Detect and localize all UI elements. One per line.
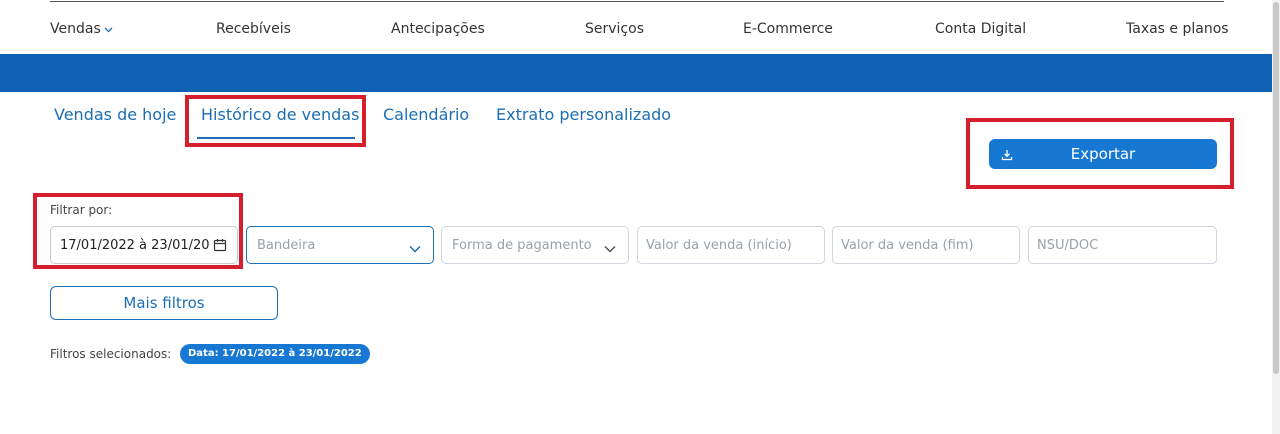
valor-inicio-input[interactable]: Valor da venda (início) bbox=[637, 226, 825, 264]
tab-extrato-personalizado[interactable]: Extrato personalizado bbox=[496, 105, 671, 124]
nav-item-antecipacoes[interactable]: Antecipações bbox=[391, 21, 485, 37]
more-filters-button[interactable]: Mais filtros bbox=[50, 286, 278, 320]
nav-item-ecommerce[interactable]: E-Commerce bbox=[743, 21, 833, 37]
selected-filter-chip[interactable]: Data: 17/01/2022 à 23/01/2022 bbox=[180, 344, 370, 364]
selected-filters-label: Filtros selecionados: bbox=[50, 347, 172, 361]
nav-item-label: Vendas bbox=[50, 21, 101, 37]
chevron-down-icon bbox=[604, 242, 616, 257]
nav-item-conta-digital[interactable]: Conta Digital bbox=[935, 21, 1026, 37]
tab-calendario[interactable]: Calendário bbox=[383, 105, 469, 124]
scrollbar-thumb[interactable] bbox=[1273, 2, 1279, 374]
more-filters-label: Mais filtros bbox=[123, 294, 205, 312]
valor-fim-placeholder: Valor da venda (fim) bbox=[841, 238, 974, 253]
nav-item-recebiveis[interactable]: Recebíveis bbox=[216, 21, 291, 37]
bandeira-select[interactable]: Bandeira bbox=[246, 226, 434, 264]
highlight-box-tab bbox=[185, 95, 366, 147]
tab-vendas-de-hoje[interactable]: Vendas de hoje bbox=[54, 105, 176, 124]
nsu-doc-placeholder: NSU/DOC bbox=[1037, 238, 1099, 253]
chevron-down-icon bbox=[409, 242, 421, 257]
highlight-box-export bbox=[966, 118, 1234, 189]
nav-item-servicos[interactable]: Serviços bbox=[585, 21, 644, 37]
nav-item-taxas-planos[interactable]: Taxas e planos bbox=[1126, 21, 1229, 37]
header-banner bbox=[0, 54, 1272, 92]
valor-inicio-placeholder: Valor da venda (início) bbox=[646, 238, 792, 253]
highlight-box-date bbox=[33, 193, 243, 269]
top-navigation: Vendas Recebíveis Antecipações Serviços … bbox=[0, 0, 1272, 54]
forma-pagamento-select[interactable]: Forma de pagamento bbox=[441, 226, 629, 264]
bandeira-placeholder: Bandeira bbox=[257, 238, 316, 253]
forma-pagamento-placeholder: Forma de pagamento bbox=[452, 238, 592, 253]
chevron-down-icon bbox=[104, 21, 113, 37]
nsu-doc-input[interactable]: NSU/DOC bbox=[1028, 226, 1217, 264]
nav-item-vendas[interactable]: Vendas bbox=[50, 21, 113, 37]
page-scrollbar[interactable] bbox=[1272, 0, 1280, 434]
valor-fim-input[interactable]: Valor da venda (fim) bbox=[832, 226, 1020, 264]
